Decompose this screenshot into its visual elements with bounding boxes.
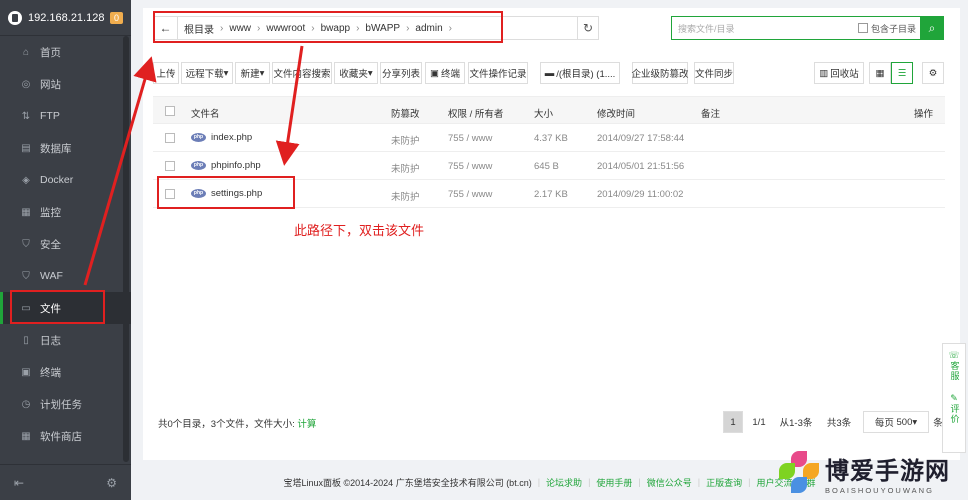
watermark-title: 博爱手游网 bbox=[825, 458, 950, 485]
arrow-sidebar-to-path bbox=[83, 56, 157, 286]
arrow-path-to-file bbox=[275, 45, 304, 166]
flower-logo-icon bbox=[777, 451, 821, 495]
annotation-arrows bbox=[83, 45, 304, 286]
annotation-text: 此路径下，双击该文件 bbox=[294, 223, 425, 238]
watermark-subtitle: BOAISHOUYOUWANG bbox=[825, 486, 934, 495]
watermark-logo: 博爱手游网 BOAISHOUYOUWANG bbox=[777, 447, 962, 499]
